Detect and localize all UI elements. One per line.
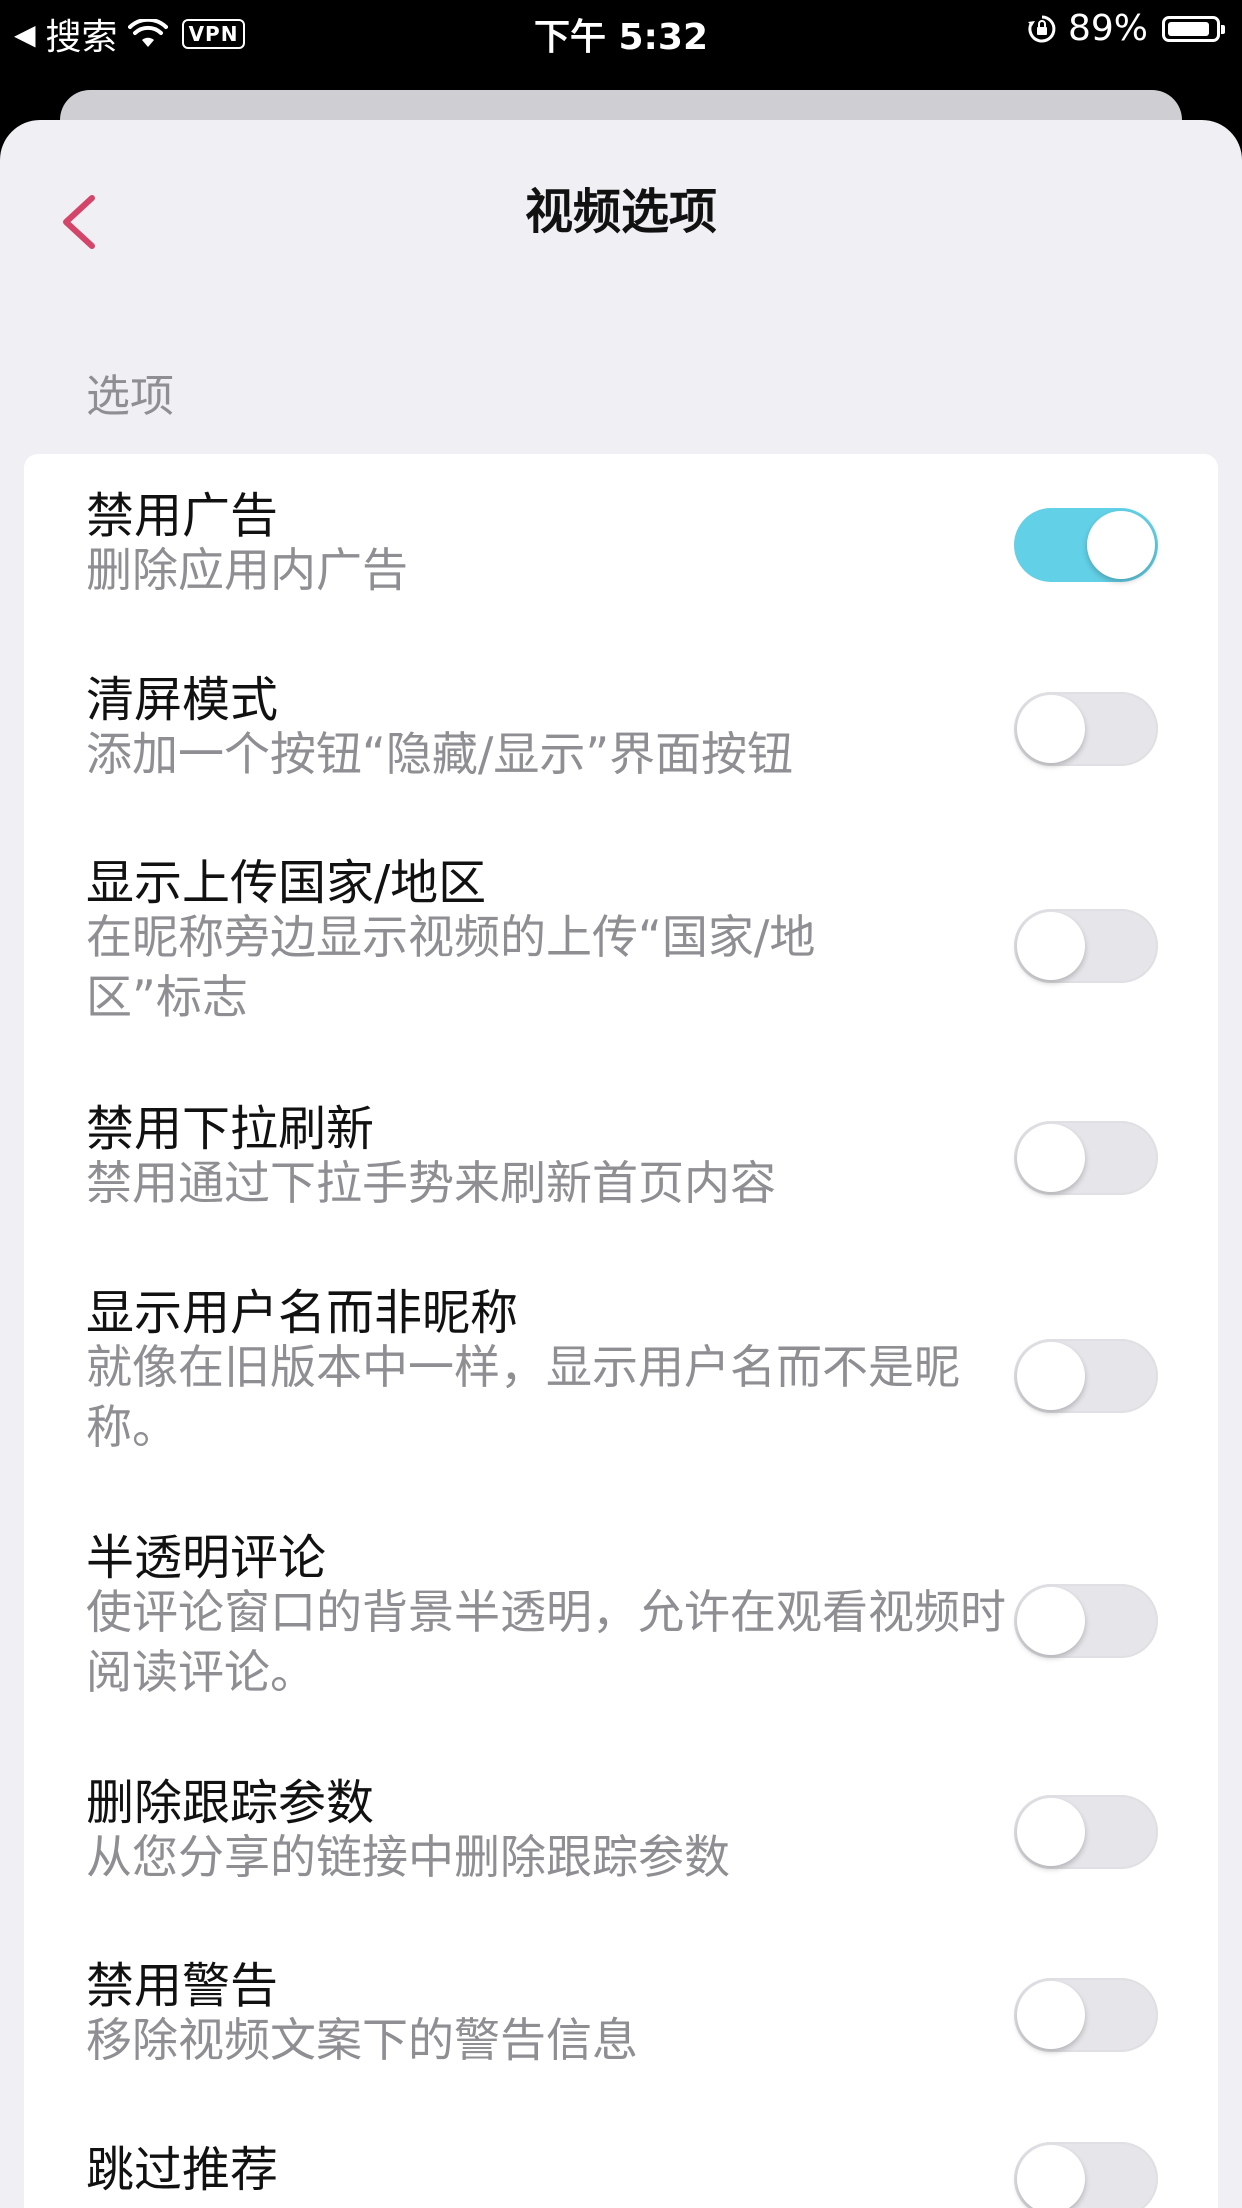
orientation-lock-icon — [1027, 15, 1056, 42]
toggle-switch[interactable] — [1014, 1795, 1158, 1869]
toggle-knob — [1017, 912, 1085, 980]
settings-list: 禁用广告 删除应用内广告 清屏模式 添加一个按钮“隐藏/显示”界面按钮 显示上传… — [24, 454, 1218, 2208]
toggle-knob — [1017, 2145, 1085, 2208]
setting-title: 禁用警告 — [86, 1958, 279, 2014]
status-bar: ◀ 搜索 VPN 下午 5:32 89% — [0, 0, 1242, 60]
page-title: 视频选项 — [524, 184, 717, 240]
battery-icon — [1162, 15, 1225, 42]
setting-title: 禁用广告 — [86, 488, 279, 544]
toggle-knob — [1017, 695, 1085, 763]
setting-title: 显示用户名而非昵称 — [86, 1285, 519, 1341]
setting-subtitle: 使评论窗口的背景半透明，允许在观看视频时阅读评论。 — [86, 1585, 1006, 1699]
setting-title: 删除跟踪参数 — [86, 1775, 375, 1831]
toggle-knob — [1017, 1342, 1085, 1410]
toggle-switch[interactable] — [1014, 909, 1158, 983]
toggle-knob — [1087, 511, 1155, 579]
battery-level-fill — [1168, 21, 1209, 36]
battery-percent: 89% — [1067, 8, 1148, 49]
toggle-switch[interactable] — [1014, 1339, 1158, 1413]
setting-title: 跳过推荐 — [86, 2142, 279, 2198]
settings-sheet: 视频选项 选项 禁用广告 删除应用内广告 清屏模式 添加一个按钮“隐藏/显示”界… — [0, 120, 1242, 2208]
setting-subtitle: 添加一个按钮“隐藏/显示”界面按钮 — [86, 727, 794, 781]
toggle-switch[interactable] — [1014, 1584, 1158, 1658]
toggle-switch[interactable] — [1014, 692, 1158, 766]
setting-subtitle: 从您分享的链接中删除跟踪参数 — [86, 1830, 730, 1884]
setting-subtitle: 在昵称旁边显示视频的上传“国家/地区”标志 — [86, 910, 816, 1024]
toggle-switch[interactable] — [1014, 2142, 1158, 2208]
toggle-switch[interactable] — [1014, 508, 1158, 582]
setting-title: 显示上传国家/地区 — [86, 855, 487, 911]
setting-title: 半透明评论 — [86, 1530, 327, 1586]
toggle-switch[interactable] — [1014, 1121, 1158, 1195]
toggle-knob — [1017, 1587, 1085, 1655]
setting-title: 禁用下拉刷新 — [86, 1101, 375, 1157]
setting-subtitle: 移除视频文案下的警告信息 — [86, 2013, 638, 2067]
toggle-knob — [1017, 1124, 1085, 1192]
toggle-knob — [1017, 1981, 1085, 2049]
setting-subtitle: 就像在旧版本中一样，显示用户名而不是昵称。 — [86, 1340, 960, 1454]
setting-subtitle: 删除应用内广告 — [86, 543, 408, 597]
section-header: 选项 — [86, 371, 174, 422]
toggle-knob — [1017, 1798, 1085, 1866]
toggle-switch[interactable] — [1014, 1978, 1158, 2052]
status-bar-right: 89% — [1026, 8, 1225, 49]
setting-subtitle: 禁用通过下拉手势来刷新首页内容 — [86, 1156, 776, 1210]
setting-title: 清屏模式 — [86, 672, 279, 728]
